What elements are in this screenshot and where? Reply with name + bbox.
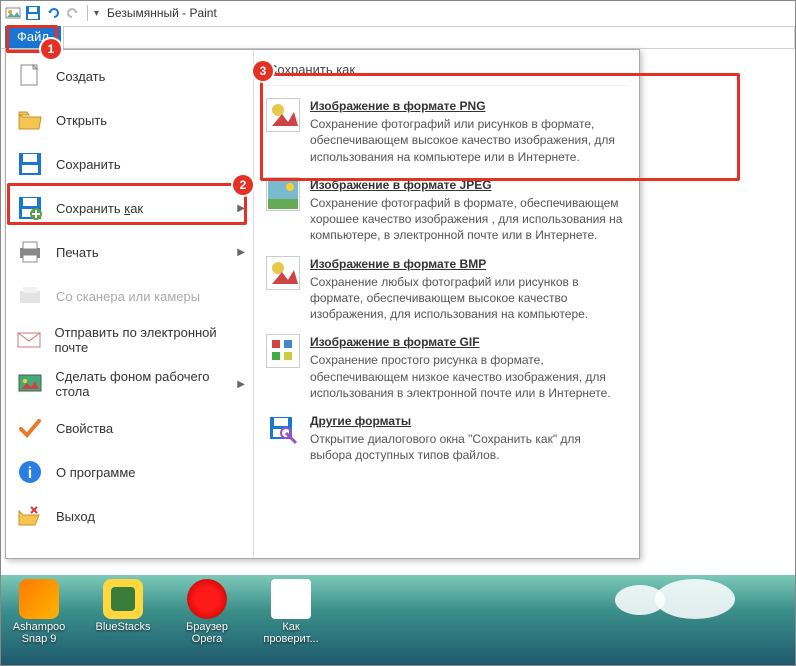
menu-label: Создать xyxy=(56,69,105,84)
menu-item-open[interactable]: Открыть xyxy=(6,98,253,142)
menu-item-wallpaper[interactable]: Сделать фоном рабочего стола ▶ xyxy=(6,362,253,406)
save-icon[interactable] xyxy=(25,5,41,21)
email-icon xyxy=(16,326,42,354)
bluestacks-icon xyxy=(103,579,143,619)
gif-icon xyxy=(266,334,300,368)
ribbon-blank xyxy=(63,26,795,48)
desktop-strip: Ashampoo Snap 9 BlueStacks Браузер Opera… xyxy=(1,575,795,665)
format-desc: Сохранение любых фотографий или рисунков… xyxy=(310,275,588,321)
menu-label: Отправить по электронной почте xyxy=(54,325,243,355)
print-icon xyxy=(16,238,44,266)
desktop-icon-bluestacks[interactable]: BlueStacks xyxy=(93,579,153,633)
menu-label: О программе xyxy=(56,465,136,480)
menu-item-new[interactable]: Создать xyxy=(6,54,253,98)
jpeg-icon xyxy=(266,177,300,211)
undo-icon[interactable] xyxy=(45,5,61,21)
format-desc: Открытие диалогового окна "Сохранить как… xyxy=(310,432,581,462)
bmp-icon xyxy=(266,256,300,290)
menu-item-print[interactable]: Печать ▶ xyxy=(6,230,253,274)
submenu-arrow-icon: ▶ xyxy=(237,379,245,390)
format-png[interactable]: Изображение в формате PNG Сохранение фото… xyxy=(262,92,629,171)
menu-label: Сделать фоном рабочего стола xyxy=(55,369,243,399)
format-title: Изображение в формате BMP xyxy=(310,256,625,272)
desktop-label: Браузер Opera xyxy=(177,621,237,645)
format-bmp[interactable]: Изображение в формате BMP Сохранение любы… xyxy=(262,250,629,329)
annotation-badge-3: 3 xyxy=(253,61,273,81)
desktop-label: Как проверит... xyxy=(261,621,321,645)
svg-text:i: i xyxy=(28,465,32,482)
submenu-header: Сохранить как xyxy=(262,58,629,86)
menu-label: Выход xyxy=(56,509,95,524)
quick-access-toolbar: ▾ Безымянный - Paint xyxy=(1,1,795,25)
exit-icon xyxy=(16,502,44,530)
desktop-icon-howto[interactable]: Как проверит... xyxy=(261,579,321,645)
format-desc: Сохранение фотографий или рисунков в фор… xyxy=(310,117,615,163)
app-icon xyxy=(5,5,21,21)
redo-icon[interactable] xyxy=(65,5,81,21)
desktop-icon-ashampoo[interactable]: Ashampoo Snap 9 xyxy=(9,579,69,645)
menu-label: Со сканера или камеры xyxy=(56,289,200,304)
save-icon xyxy=(16,150,44,178)
png-icon xyxy=(266,98,300,132)
menu-item-save-as[interactable]: Сохранить как ▶ xyxy=(6,186,253,230)
menu-item-about[interactable]: i О программе xyxy=(6,450,253,494)
other-format-icon xyxy=(266,413,300,447)
format-title: Изображение в формате JPEG xyxy=(310,177,625,193)
format-title: Изображение в формате PNG xyxy=(310,98,625,114)
qat-dropdown-icon[interactable]: ▾ xyxy=(94,8,99,19)
desktop-icon-opera[interactable]: Браузер Opera xyxy=(177,579,237,645)
menu-label: Сохранить xyxy=(56,157,121,172)
format-desc: Сохранение простого рисунка в формате, о… xyxy=(310,353,611,399)
desktop-label: Ashampoo Snap 9 xyxy=(9,621,69,645)
format-gif[interactable]: Изображение в формате GIF Сохранение прос… xyxy=(262,328,629,407)
format-other[interactable]: Другие форматы Открытие диалогового окна … xyxy=(262,407,629,470)
menu-label: Печать xyxy=(56,245,99,260)
scanner-icon xyxy=(16,282,44,310)
info-icon: i xyxy=(16,458,44,486)
format-jpeg[interactable]: Изображение в формате JPEG Сохранение фот… xyxy=(262,171,629,250)
submenu-arrow-icon: ▶ xyxy=(237,203,245,214)
menu-item-exit[interactable]: Выход xyxy=(6,494,253,538)
doc-icon xyxy=(271,579,311,619)
desktop-label: BlueStacks xyxy=(93,621,153,633)
menu-label: Открыть xyxy=(56,113,107,128)
wallpaper-icon xyxy=(16,370,43,398)
opera-icon xyxy=(187,579,227,619)
window-title: Безымянный - Paint xyxy=(107,6,217,20)
file-menu-right: Сохранить как Изображение в формате PNG С… xyxy=(254,50,639,558)
file-menu-panel: Создать Открыть Сохранить Сохранить как … xyxy=(5,49,640,559)
ribbon-tabs: Файл xyxy=(1,25,795,49)
check-icon xyxy=(16,414,44,442)
menu-label: Свойства xyxy=(56,421,113,436)
annotation-badge-1: 1 xyxy=(41,39,61,59)
format-title: Другие форматы xyxy=(310,413,625,429)
save-as-icon xyxy=(16,194,44,222)
open-icon xyxy=(16,106,44,134)
ashampoo-icon xyxy=(19,579,59,619)
annotation-badge-2: 2 xyxy=(233,175,253,195)
new-icon xyxy=(16,62,44,90)
menu-item-save[interactable]: Сохранить xyxy=(6,142,253,186)
menu-item-properties[interactable]: Свойства xyxy=(6,406,253,450)
menu-item-email[interactable]: Отправить по электронной почте xyxy=(6,318,253,362)
file-menu-left: Создать Открыть Сохранить Сохранить как … xyxy=(6,50,254,558)
format-title: Изображение в формате GIF xyxy=(310,334,625,350)
submenu-arrow-icon: ▶ xyxy=(237,247,245,258)
menu-label: Сохранить как xyxy=(56,201,143,216)
format-desc: Сохранение фотографий в формате, обеспеч… xyxy=(310,196,622,242)
menu-item-scanner: Со сканера или камеры xyxy=(6,274,253,318)
